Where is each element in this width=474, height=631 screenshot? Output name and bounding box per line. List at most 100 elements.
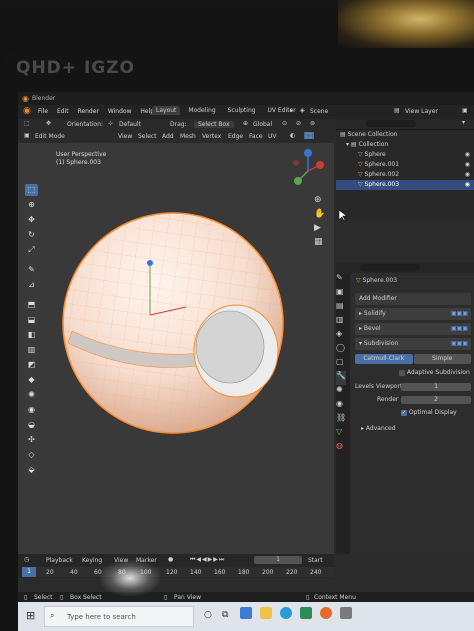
visibility-icon[interactable]: ◉ <box>465 160 470 170</box>
xray-icon[interactable]: ⬚ <box>304 132 314 139</box>
outliner-item-sphere[interactable]: ▽ Sphere ◉ <box>336 150 474 160</box>
pokeball-sphere-mesh[interactable] <box>58 203 298 443</box>
drag-dropdown[interactable]: Select Box <box>194 121 234 128</box>
tab-layout[interactable]: Layout <box>152 106 181 115</box>
visibility-icon[interactable]: ◉ <box>465 180 470 190</box>
outliner-item-scene-collection[interactable]: ▤ Scene Collection <box>336 130 474 140</box>
object-tab-icon[interactable]: ▢ <box>336 357 344 371</box>
modifier-subdivision[interactable]: ▾ Subdivision ▣▣▣ <box>355 338 471 350</box>
measure-tool-icon[interactable]: ⊿ <box>25 279 38 291</box>
record-icon[interactable]: ● <box>168 556 173 563</box>
outliner-search-field[interactable] <box>366 120 416 127</box>
modifier-toggles-icon[interactable]: ▣▣▣ <box>451 308 468 320</box>
levels-viewport-field[interactable]: 1 <box>401 383 471 391</box>
menu-uv[interactable]: UV <box>268 133 277 140</box>
visibility-icon[interactable]: ◉ <box>465 170 470 180</box>
world-tab-icon[interactable]: ◯ <box>336 343 345 357</box>
modifier-toggles-icon[interactable]: ▣▣▣ <box>451 323 468 335</box>
3d-viewport[interactable]: User Perspective (1) Sphere.003 ⬚ ⊕ ✥ ↻ … <box>18 143 334 554</box>
camera-view-icon[interactable]: ▶ <box>314 223 321 237</box>
spreadsheet-app-icon[interactable] <box>300 607 312 619</box>
menu-edge[interactable]: Edge <box>228 133 243 140</box>
current-frame-field[interactable]: 1 <box>254 556 302 564</box>
blender-taskbar-icon[interactable] <box>320 607 332 619</box>
timeline-menu-playback[interactable]: Playback <box>46 557 73 564</box>
tab-modeling[interactable]: Modeling <box>184 106 219 115</box>
annotate-tool-icon[interactable]: ✎ <box>25 264 38 276</box>
proportional-edit-icon[interactable]: ⊚ <box>310 120 315 127</box>
menu-face[interactable]: Face <box>249 133 263 140</box>
outliner-item-sphere-001[interactable]: ▽ Sphere.001 ◉ <box>336 160 474 170</box>
edge-slide-tool-icon[interactable]: ◒ <box>25 419 38 431</box>
render-tab-icon[interactable]: ▣ <box>336 287 344 301</box>
data-tab-icon[interactable]: ▽ <box>336 427 342 441</box>
ortho-grid-icon[interactable]: ▦ <box>314 237 323 251</box>
scale-tool-icon[interactable]: ⤢ <box>25 244 38 256</box>
navigation-gizmo[interactable] <box>286 147 330 191</box>
transform-space-dropdown[interactable]: Global <box>253 121 272 128</box>
modifier-solidify[interactable]: ▸ Solidify ▣▣▣ <box>355 308 471 320</box>
zoom-icon[interactable]: ⊕ <box>314 195 322 209</box>
view-layer-new-icon[interactable]: ▣ <box>462 107 468 114</box>
menu-render[interactable]: Render <box>78 108 99 115</box>
tool-tab-icon[interactable]: ✎ <box>336 273 343 287</box>
bevel-tool-icon[interactable]: ◧ <box>25 329 38 341</box>
mail-icon[interactable] <box>240 607 252 619</box>
modifier-bevel[interactable]: ▸ Bevel ▣▣▣ <box>355 323 471 335</box>
material-tab-icon[interactable]: ◍ <box>336 441 343 455</box>
menu-file[interactable]: File <box>38 108 48 115</box>
overlay-toggle-icon[interactable]: ◐ <box>290 132 295 139</box>
view-layer-tab-icon[interactable]: ▥ <box>336 315 344 329</box>
taskbar-search-box[interactable]: ⌕ Type here to search <box>44 606 194 627</box>
extrude-tool-icon[interactable]: ⬒ <box>25 299 38 311</box>
mode-dropdown[interactable]: Edit Mode <box>35 133 65 140</box>
windows-start-icon[interactable]: ⊞ <box>26 609 35 622</box>
menu-mesh[interactable]: Mesh <box>180 133 196 140</box>
rotate-tool-icon[interactable]: ↻ <box>25 229 38 241</box>
scene-tab-icon[interactable]: ◈ <box>336 329 342 343</box>
orientation-dropdown[interactable]: Default <box>119 121 141 128</box>
render-levels-field[interactable]: 2 <box>401 396 471 404</box>
spin-tool-icon[interactable]: ✺ <box>25 389 38 401</box>
shrink-fatten-tool-icon[interactable]: ✣ <box>25 434 38 446</box>
menu-vertex[interactable]: Vertex <box>202 133 221 140</box>
tab-sculpting[interactable]: Sculpting <box>224 106 260 115</box>
outliner-item-sphere-002[interactable]: ▽ Sphere.002 ◉ <box>336 170 474 180</box>
playback-controls-icon[interactable]: ⏮◀◀▶▶⏭ <box>190 556 225 564</box>
particles-tab-icon[interactable]: ✺ <box>336 385 343 399</box>
knife-tool-icon[interactable]: ◩ <box>25 359 38 371</box>
poly-build-tool-icon[interactable]: ◆ <box>25 374 38 386</box>
advanced-section[interactable]: ▸ Advanced <box>355 424 471 434</box>
task-view-icon[interactable]: ⧉ <box>222 610 228 620</box>
visibility-icon[interactable]: ◉ <box>465 150 470 160</box>
modifier-toggles-icon[interactable]: ▣▣▣ <box>451 338 468 350</box>
menu-edit[interactable]: Edit <box>57 108 69 115</box>
select-tool-icon[interactable]: ⬚ <box>24 120 30 127</box>
edge-browser-icon[interactable] <box>280 607 292 619</box>
rip-tool-icon[interactable]: ⬙ <box>25 464 38 476</box>
catmull-clark-button[interactable]: Catmull-Clark <box>355 354 413 364</box>
simple-button[interactable]: Simple <box>413 354 471 364</box>
loop-cut-tool-icon[interactable]: ▥ <box>25 344 38 356</box>
scene-name[interactable]: Scene <box>310 108 328 115</box>
view-layer-name[interactable]: View Layer <box>405 108 438 115</box>
smooth-tool-icon[interactable]: ◉ <box>25 404 38 416</box>
select-box-tool-icon[interactable]: ⬚ <box>25 184 38 196</box>
output-tab-icon[interactable]: ▤ <box>336 301 344 315</box>
pan-hand-icon[interactable]: ✋ <box>314 209 325 223</box>
inset-tool-icon[interactable]: ⬓ <box>25 314 38 326</box>
physics-tab-icon[interactable]: ◉ <box>336 399 343 413</box>
menu-view[interactable]: View <box>118 133 132 140</box>
menu-window[interactable]: Window <box>108 108 132 115</box>
properties-search-field[interactable] <box>360 264 420 271</box>
snap-icon[interactable]: ⊘ <box>296 120 301 127</box>
modifier-tab-icon[interactable]: 🔧 <box>336 371 346 385</box>
cursor-tool-icon[interactable]: ⊕ <box>25 199 38 211</box>
app-icon[interactable] <box>340 607 352 619</box>
cortana-icon[interactable]: ○ <box>204 610 212 620</box>
constraints-tab-icon[interactable]: ⛓ <box>336 413 346 427</box>
outliner-item-sphere-003[interactable]: ▽ Sphere.003 ◉ <box>336 180 474 190</box>
more-tabs-icon[interactable]: ▸ <box>290 107 293 114</box>
frame-ruler[interactable]: 1 20 40 60 80 100 120 140 160 180 200 22… <box>22 567 334 577</box>
editor-type-icon[interactable]: ◷ <box>24 556 29 563</box>
